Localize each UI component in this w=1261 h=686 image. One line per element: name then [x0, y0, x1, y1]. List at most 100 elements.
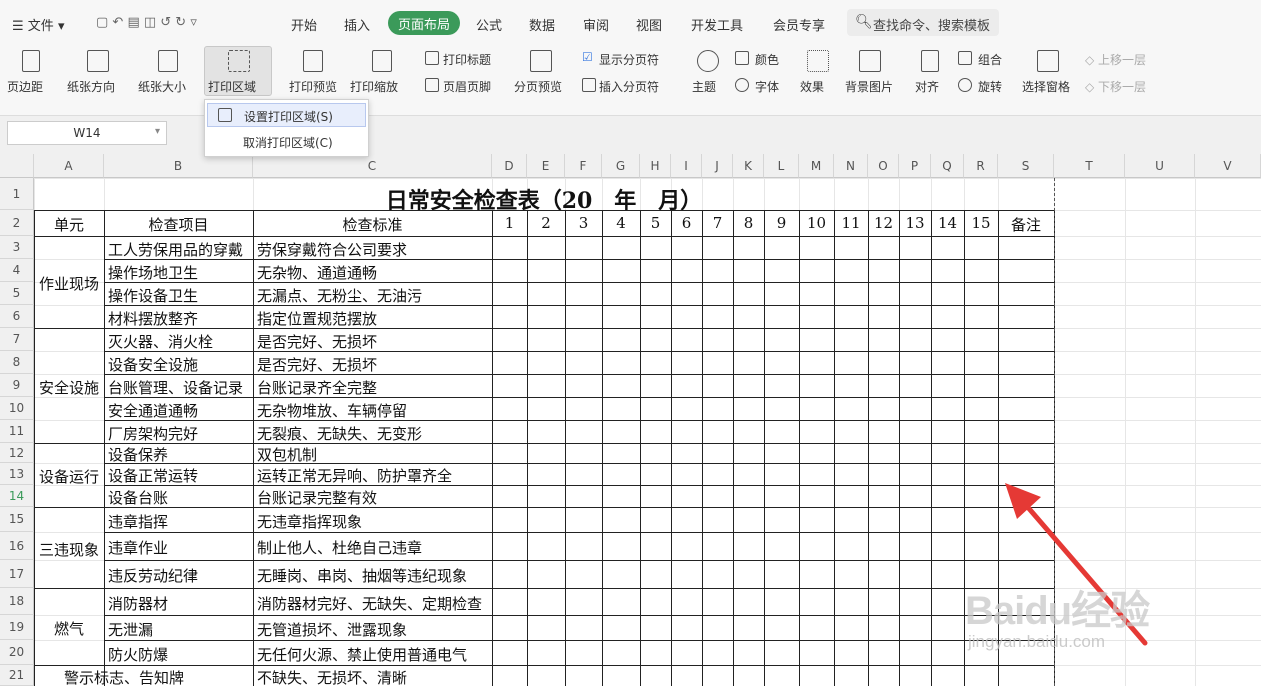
header-day-cell[interactable]: 7 — [702, 210, 733, 236]
header-day-cell[interactable]: 12 — [868, 210, 899, 236]
row-header-12[interactable]: 12 — [0, 443, 34, 463]
unit-cell[interactable]: 三违现象 — [34, 507, 104, 588]
check-item-cell[interactable]: 违反劳动纪律 — [104, 560, 253, 588]
row-header-21[interactable]: 21 — [0, 665, 34, 686]
header-day-cell[interactable]: 13 — [899, 210, 931, 236]
column-header-E[interactable]: E — [527, 154, 565, 178]
check-standard-cell[interactable]: 指定位置规范摆放 — [253, 305, 492, 328]
print-titles-button[interactable]: 打印标题 — [443, 51, 491, 68]
sheet-title[interactable]: 日常安全检查表（20__年__月） — [34, 180, 1054, 210]
row-header-19[interactable]: 19 — [0, 615, 34, 640]
header-day-cell[interactable]: 2 — [527, 210, 565, 236]
check-standard-cell[interactable]: 劳保穿戴符合公司要求 — [253, 236, 492, 259]
unit-cell[interactable]: 安全设施 — [34, 328, 104, 443]
clear-print-area-item[interactable]: 取消打印区域(C) — [207, 130, 366, 154]
check-standard-cell[interactable]: 无杂物、通道通畅 — [253, 259, 492, 282]
check-item-cell[interactable]: 厂房架构完好 — [104, 420, 253, 443]
row-header-17[interactable]: 17 — [0, 560, 34, 588]
column-header-P[interactable]: P — [899, 154, 931, 178]
print-area-button[interactable]: 打印区域 — [208, 78, 256, 95]
header-day-cell[interactable]: 1 — [492, 210, 527, 236]
header-day-cell[interactable]: 3 — [565, 210, 602, 236]
unit-cell[interactable]: 作业现场 — [34, 236, 104, 328]
column-header-D[interactable]: D — [492, 154, 527, 178]
check-standard-cell[interactable]: 台账记录完整有效 — [253, 485, 492, 507]
column-header-B[interactable]: B — [104, 154, 253, 178]
command-search[interactable]: 🔍︎ 查找命令、搜索模板 — [847, 9, 999, 36]
column-header-K[interactable]: K — [733, 154, 764, 178]
check-item-cell[interactable]: 灭火器、消火栓 — [104, 328, 253, 351]
check-item-cell[interactable]: 工人劳保用品的穿戴 — [104, 236, 253, 259]
row-header-15[interactable]: 15 — [0, 507, 34, 532]
check-standard-cell[interactable]: 是否完好、无损坏 — [253, 351, 492, 374]
header-day-cell[interactable]: 14 — [931, 210, 964, 236]
header-day-cell[interactable]: 5 — [640, 210, 671, 236]
check-item-cell[interactable]: 消防器材 — [104, 588, 253, 615]
row-header-4[interactable]: 4 — [0, 259, 34, 282]
check-item-cell[interactable]: 违章指挥 — [104, 507, 253, 532]
check-item-cell[interactable]: 设备正常运转 — [104, 463, 253, 485]
header-item-cell[interactable]: 检查项目 — [104, 210, 253, 236]
row-header-1[interactable]: 1 — [0, 178, 34, 210]
page-break-preview-button[interactable]: 分页预览 — [514, 78, 562, 95]
check-item-cell[interactable]: 操作设备卫生 — [104, 282, 253, 305]
header-footer-button[interactable]: 页眉页脚 — [443, 78, 491, 95]
check-standard-cell[interactable]: 无杂物堆放、车辆停留 — [253, 397, 492, 420]
tab-view[interactable]: 视图 — [636, 15, 662, 34]
check-standard-cell[interactable]: 运转正常无异响、防护罩齐全 — [253, 463, 492, 485]
margins-button[interactable]: 页边距 — [7, 78, 43, 95]
align-button[interactable]: 对齐 — [915, 78, 939, 95]
header-day-cell[interactable]: 4 — [602, 210, 640, 236]
row-header-16[interactable]: 16 — [0, 532, 34, 560]
send-backward-button[interactable]: ◇ 下移一层 — [1085, 78, 1146, 95]
check-item-cell[interactable]: 安全通道通畅 — [104, 397, 253, 420]
tab-data[interactable]: 数据 — [529, 15, 555, 34]
print-scale-button[interactable]: 打印缩放 — [350, 78, 398, 95]
row-header-7[interactable]: 7 — [0, 328, 34, 351]
quick-access-icons[interactable]: ▢ ↶ ▤ ◫ ↺ ↻ ▿ — [96, 15, 197, 30]
column-header-N[interactable]: N — [834, 154, 868, 178]
bring-forward-button[interactable]: ◇ 上移一层 — [1085, 51, 1146, 68]
tab-insert[interactable]: 插入 — [344, 15, 370, 34]
check-standard-cell[interactable]: 双包机制 — [253, 443, 492, 463]
check-standard-cell[interactable]: 无违章指挥现象 — [253, 507, 492, 532]
unit-cell[interactable]: 燃气 — [34, 588, 104, 665]
header-day-cell[interactable]: 6 — [671, 210, 702, 236]
row-header-10[interactable]: 10 — [0, 397, 34, 420]
unit-cell[interactable]: 警示标志、告知牌 — [34, 665, 214, 686]
check-standard-cell[interactable]: 是否完好、无损坏 — [253, 328, 492, 351]
rotate-button[interactable]: 旋转 — [978, 78, 1002, 95]
effects-button[interactable]: 效果 — [800, 78, 824, 95]
check-standard-cell[interactable]: 无睡岗、串岗、抽烟等违纪现象 — [253, 560, 492, 588]
column-header-S[interactable]: S — [998, 154, 1054, 178]
column-header-V[interactable]: V — [1195, 154, 1261, 178]
unit-cell[interactable]: 设备运行 — [34, 443, 104, 507]
paper-size-button[interactable]: 纸张大小 — [138, 78, 186, 95]
check-standard-cell[interactable]: 无任何火源、禁止使用普通电气 — [253, 640, 492, 665]
header-note-cell[interactable]: 备注 — [998, 210, 1054, 236]
row-header-6[interactable]: 6 — [0, 305, 34, 328]
header-day-cell[interactable]: 9 — [764, 210, 799, 236]
print-preview-button[interactable]: 打印预览 — [289, 78, 337, 95]
column-header-Q[interactable]: Q — [931, 154, 964, 178]
file-menu[interactable]: ☰ 文件 ▾ — [12, 15, 64, 34]
header-day-cell[interactable]: 15 — [964, 210, 998, 236]
insert-page-break-button[interactable]: 插入分页符 — [599, 78, 659, 95]
fonts-button[interactable]: 字体 — [755, 78, 779, 95]
check-item-cell[interactable]: 设备保养 — [104, 443, 253, 463]
check-item-cell[interactable]: 防火防爆 — [104, 640, 253, 665]
check-standard-cell[interactable]: 无漏点、无粉尘、无油污 — [253, 282, 492, 305]
column-header-U[interactable]: U — [1125, 154, 1195, 178]
column-header-R[interactable]: R — [964, 154, 998, 178]
check-item-cell[interactable]: 材料摆放整齐 — [104, 305, 253, 328]
check-item-cell[interactable]: 操作场地卫生 — [104, 259, 253, 282]
row-header-18[interactable]: 18 — [0, 588, 34, 615]
column-header-O[interactable]: O — [868, 154, 899, 178]
header-standard-cell[interactable]: 检查标准 — [253, 210, 492, 236]
header-day-cell[interactable]: 11 — [834, 210, 868, 236]
name-box[interactable]: W14 ▾ — [7, 121, 167, 145]
theme-button[interactable]: 主题 — [692, 78, 716, 95]
check-item-cell[interactable]: 违章作业 — [104, 532, 253, 560]
column-header-A[interactable]: A — [34, 154, 104, 178]
row-header-20[interactable]: 20 — [0, 640, 34, 665]
